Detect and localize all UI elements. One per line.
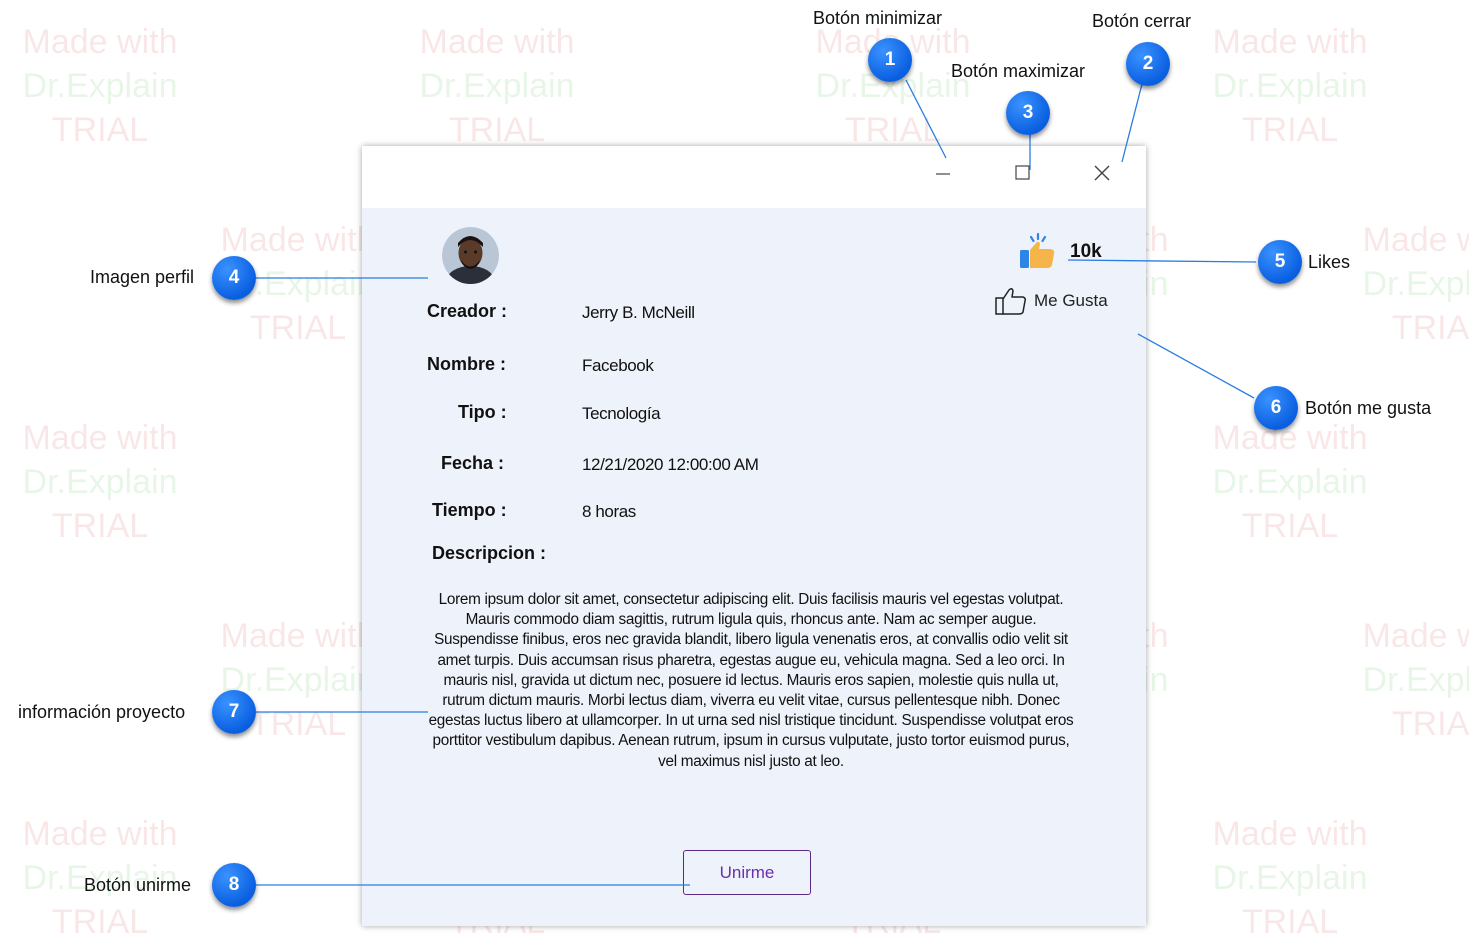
time-label: Tiempo : (432, 500, 507, 520)
description-label: Descripcion : (432, 543, 547, 563)
maximize-button[interactable] (999, 158, 1045, 188)
annotation-badge-7: 7 (212, 690, 256, 734)
annotation-label-4: Imagen perfil (90, 267, 195, 287)
watermark-text: Made withDr.ExplainTRIAL (1212, 419, 1368, 545)
thumbs-up-likes-icon (1020, 232, 1055, 268)
date-value: 12/21/2020 12:00:00 AM (582, 455, 759, 474)
watermark-text: Made withDr.ExplainTRIAL (419, 23, 575, 149)
minimize-icon (936, 173, 950, 175)
annotation-label-8: Botón unirme (84, 875, 192, 895)
date-label: Fecha : (441, 453, 505, 473)
annotation-label-2-text: Botón cerrar (1092, 11, 1192, 31)
annotation-badge-5: 5 (1258, 240, 1302, 284)
watermark-text: Made withDr.ExplainTRIAL (1362, 617, 1469, 743)
like-button[interactable]: Me Gusta (994, 284, 1124, 318)
thumbs-up-outline-icon (995, 287, 1026, 315)
person-icon (442, 227, 499, 284)
annotation-label-7: información proyecto (18, 702, 186, 722)
annotation-label-3: Botón maximizar (951, 61, 1086, 81)
annotation-label-5: Likes (1308, 252, 1351, 272)
annotation-label-6: Botón me gusta (1305, 398, 1432, 418)
watermark-text: Made withDr.ExplainTRIAL (1212, 815, 1368, 941)
close-button[interactable] (1079, 158, 1125, 188)
annotation-label-1: Botón minimizar (813, 8, 943, 28)
title-bar (362, 146, 1146, 208)
maximize-icon (1015, 165, 1030, 180)
annotation-badge-1: 1 (868, 38, 912, 82)
annotation-badge-4: 4 (212, 256, 256, 300)
annotation-badge-3: 3 (1006, 91, 1050, 135)
annotation-badge-8: 8 (212, 863, 256, 907)
watermark-text: Made withDr.ExplainTRIAL (22, 23, 178, 149)
name-value: Facebook (582, 356, 654, 375)
annotation-badge-2: 2 (1126, 42, 1170, 86)
time-value: 8 horas (582, 502, 636, 521)
watermark-text: Made withDr.ExplainTRIAL (1212, 23, 1368, 149)
minimize-button[interactable] (920, 158, 966, 188)
annotation-badge-6: 6 (1254, 386, 1298, 430)
type-label: Tipo : (458, 402, 507, 422)
watermark-text: Made withDr.ExplainTRIAL (22, 419, 178, 545)
project-description: Lorem ipsum dolor sit amet, consectetur … (428, 591, 1074, 770)
creator-value: Jerry B. McNeill (582, 303, 695, 322)
like-button-label: Me Gusta (1034, 291, 1108, 310)
watermark-text: Made withDr.ExplainTRIAL (1362, 221, 1469, 347)
type-value: Tecnología (582, 404, 661, 423)
join-button[interactable]: Unirme (683, 850, 811, 895)
likes-count: 10k (1070, 241, 1102, 262)
close-icon (1094, 165, 1110, 181)
name-label: Nombre : (427, 354, 507, 374)
creator-label: Creador : (427, 301, 508, 321)
profile-avatar (442, 227, 499, 284)
project-detail-window: 10k Me Gusta Creador : Jerry B. McNeill … (362, 146, 1146, 926)
